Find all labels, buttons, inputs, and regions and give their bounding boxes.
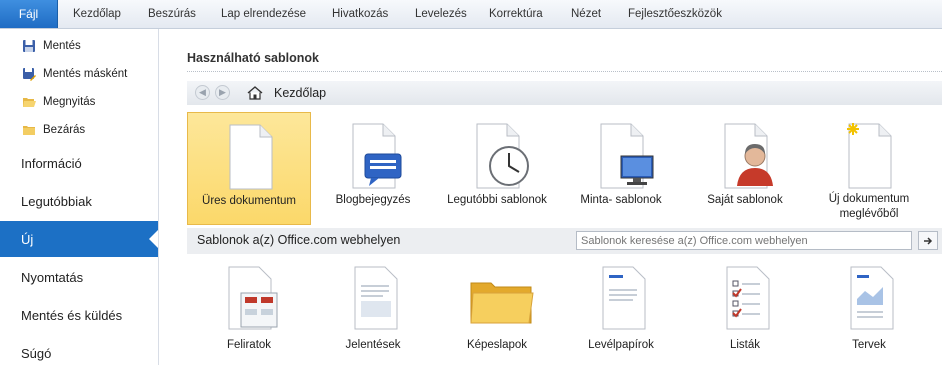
nav-print[interactable]: Nyomtatás (0, 259, 158, 295)
nav-help-label: Súgó (21, 345, 52, 361)
template-blog-post[interactable]: Blogbejegyzés (311, 112, 435, 225)
tab-page-layout[interactable]: Lap elrendezése (221, 0, 306, 28)
template-label: Jelentések (345, 339, 401, 351)
tab-references[interactable]: Hivatkozás (332, 0, 388, 28)
save-as-label: Mentés másként (43, 68, 128, 80)
tab-insert[interactable]: Beszúrás (148, 0, 196, 28)
new-document-pane: Használható sablonok ◀ ▶ Kezdőlap Üres d… (159, 29, 942, 365)
sample-templates-icon (600, 123, 654, 189)
nav-info[interactable]: Információ (0, 145, 158, 181)
office-template-letterhead[interactable]: Levélpapírok (559, 261, 683, 361)
plans-icon (850, 266, 894, 330)
save-command[interactable]: Mentés (22, 36, 81, 56)
template-label: Legutóbbi sablonok (447, 194, 547, 206)
office-section-title: Sablonok a(z) Office.com webhelyen (197, 233, 401, 247)
open-command[interactable]: Megnyitás (22, 92, 95, 112)
template-label: Minta- sablonok (580, 194, 662, 206)
close-command[interactable]: Bezárás (22, 120, 85, 140)
nav-save-send-label: Mentés és küldés (21, 307, 123, 323)
template-label: Saját sablonok (707, 194, 783, 206)
recent-templates-icon (476, 123, 529, 189)
save-as-icon (22, 67, 36, 81)
office-templates-bar: Sablonok a(z) Office.com webhelyen (187, 228, 942, 254)
nav-info-label: Információ (21, 155, 82, 171)
blank-document-icon (229, 124, 273, 190)
page-title: Használható sablonok (187, 51, 319, 65)
forward-arrow-icon[interactable]: ▶ (215, 85, 230, 100)
template-label: Listák (729, 339, 761, 351)
template-label: Új dokumentum (828, 193, 910, 205)
tab-developer[interactable]: Fejlesztőeszközök (628, 0, 722, 28)
home-icon[interactable] (247, 85, 263, 101)
search-go-button[interactable] (918, 231, 938, 250)
template-blank-document[interactable]: Üres dokumentum (187, 112, 311, 225)
save-as-command[interactable]: Mentés másként (22, 64, 127, 84)
save-label: Mentés (43, 40, 81, 52)
tab-mailings[interactable]: Levelezés (415, 0, 467, 28)
divider (187, 71, 942, 72)
office-template-labels[interactable]: Feliratok (187, 261, 311, 361)
nav-new[interactable]: Új (0, 221, 158, 257)
template-search-input[interactable] (576, 231, 912, 250)
breadcrumb-home[interactable]: Kezdőlap (274, 86, 326, 100)
template-label: Képeslapok (466, 339, 528, 351)
lists-icon (726, 266, 770, 330)
template-label: Üres dokumentum (202, 195, 296, 207)
tab-view[interactable]: Nézet (571, 0, 601, 28)
template-sample-templates[interactable]: Minta- sablonok (559, 112, 683, 225)
office-template-reports[interactable]: Jelentések (311, 261, 435, 361)
backstage-nav: Mentés Mentés másként Megnyitás Bezárás … (0, 29, 159, 365)
letterhead-icon (602, 266, 646, 330)
template-label-line2: meglévőből (839, 208, 899, 220)
file-tab[interactable]: Fájl (0, 0, 58, 28)
my-templates-icon (724, 123, 773, 189)
template-label: Blogbejegyzés (335, 194, 411, 206)
active-arrow-icon (149, 230, 158, 248)
cards-folder-icon (470, 282, 534, 324)
close-label: Bezárás (43, 124, 86, 136)
ribbon-tab-bar: Fájl Kezdőlap Beszúrás Lap elrendezése H… (0, 0, 942, 29)
open-label: Megnyitás (43, 96, 96, 108)
template-my-templates[interactable]: Saját sablonok (683, 112, 807, 225)
close-folder-icon (22, 123, 36, 137)
template-new-from-existing[interactable]: Új dokumentum meglévőből (807, 112, 931, 225)
office-template-lists[interactable]: Listák (683, 261, 807, 361)
template-label: Tervek (852, 339, 886, 351)
new-from-existing-icon (847, 123, 892, 189)
nav-save-send[interactable]: Mentés és küldés (0, 297, 158, 333)
office-template-plans[interactable]: Tervek (807, 261, 931, 361)
template-label: Levélpapírok (588, 339, 654, 351)
labels-icon (228, 266, 278, 330)
nav-help[interactable]: Súgó (0, 335, 158, 371)
template-recent-templates[interactable]: Legutóbbi sablonok (435, 112, 559, 225)
nav-recent[interactable]: Legutóbbiak (0, 183, 158, 219)
nav-recent-label: Legutóbbiak (21, 193, 92, 209)
arrow-right-icon (924, 236, 933, 245)
tab-home[interactable]: Kezdőlap (73, 0, 121, 28)
save-icon (22, 39, 36, 53)
nav-print-label: Nyomtatás (21, 269, 84, 285)
nav-new-label: Új (21, 231, 34, 247)
tab-review[interactable]: Korrektúra (489, 0, 543, 28)
template-label: Feliratok (226, 339, 272, 351)
blog-post-icon (352, 123, 402, 189)
office-template-cards[interactable]: Képeslapok (435, 261, 559, 361)
back-arrow-icon[interactable]: ◀ (195, 85, 210, 100)
open-folder-icon (22, 95, 36, 109)
template-navbar: ◀ ▶ Kezdőlap (187, 81, 942, 105)
reports-icon (354, 266, 398, 330)
